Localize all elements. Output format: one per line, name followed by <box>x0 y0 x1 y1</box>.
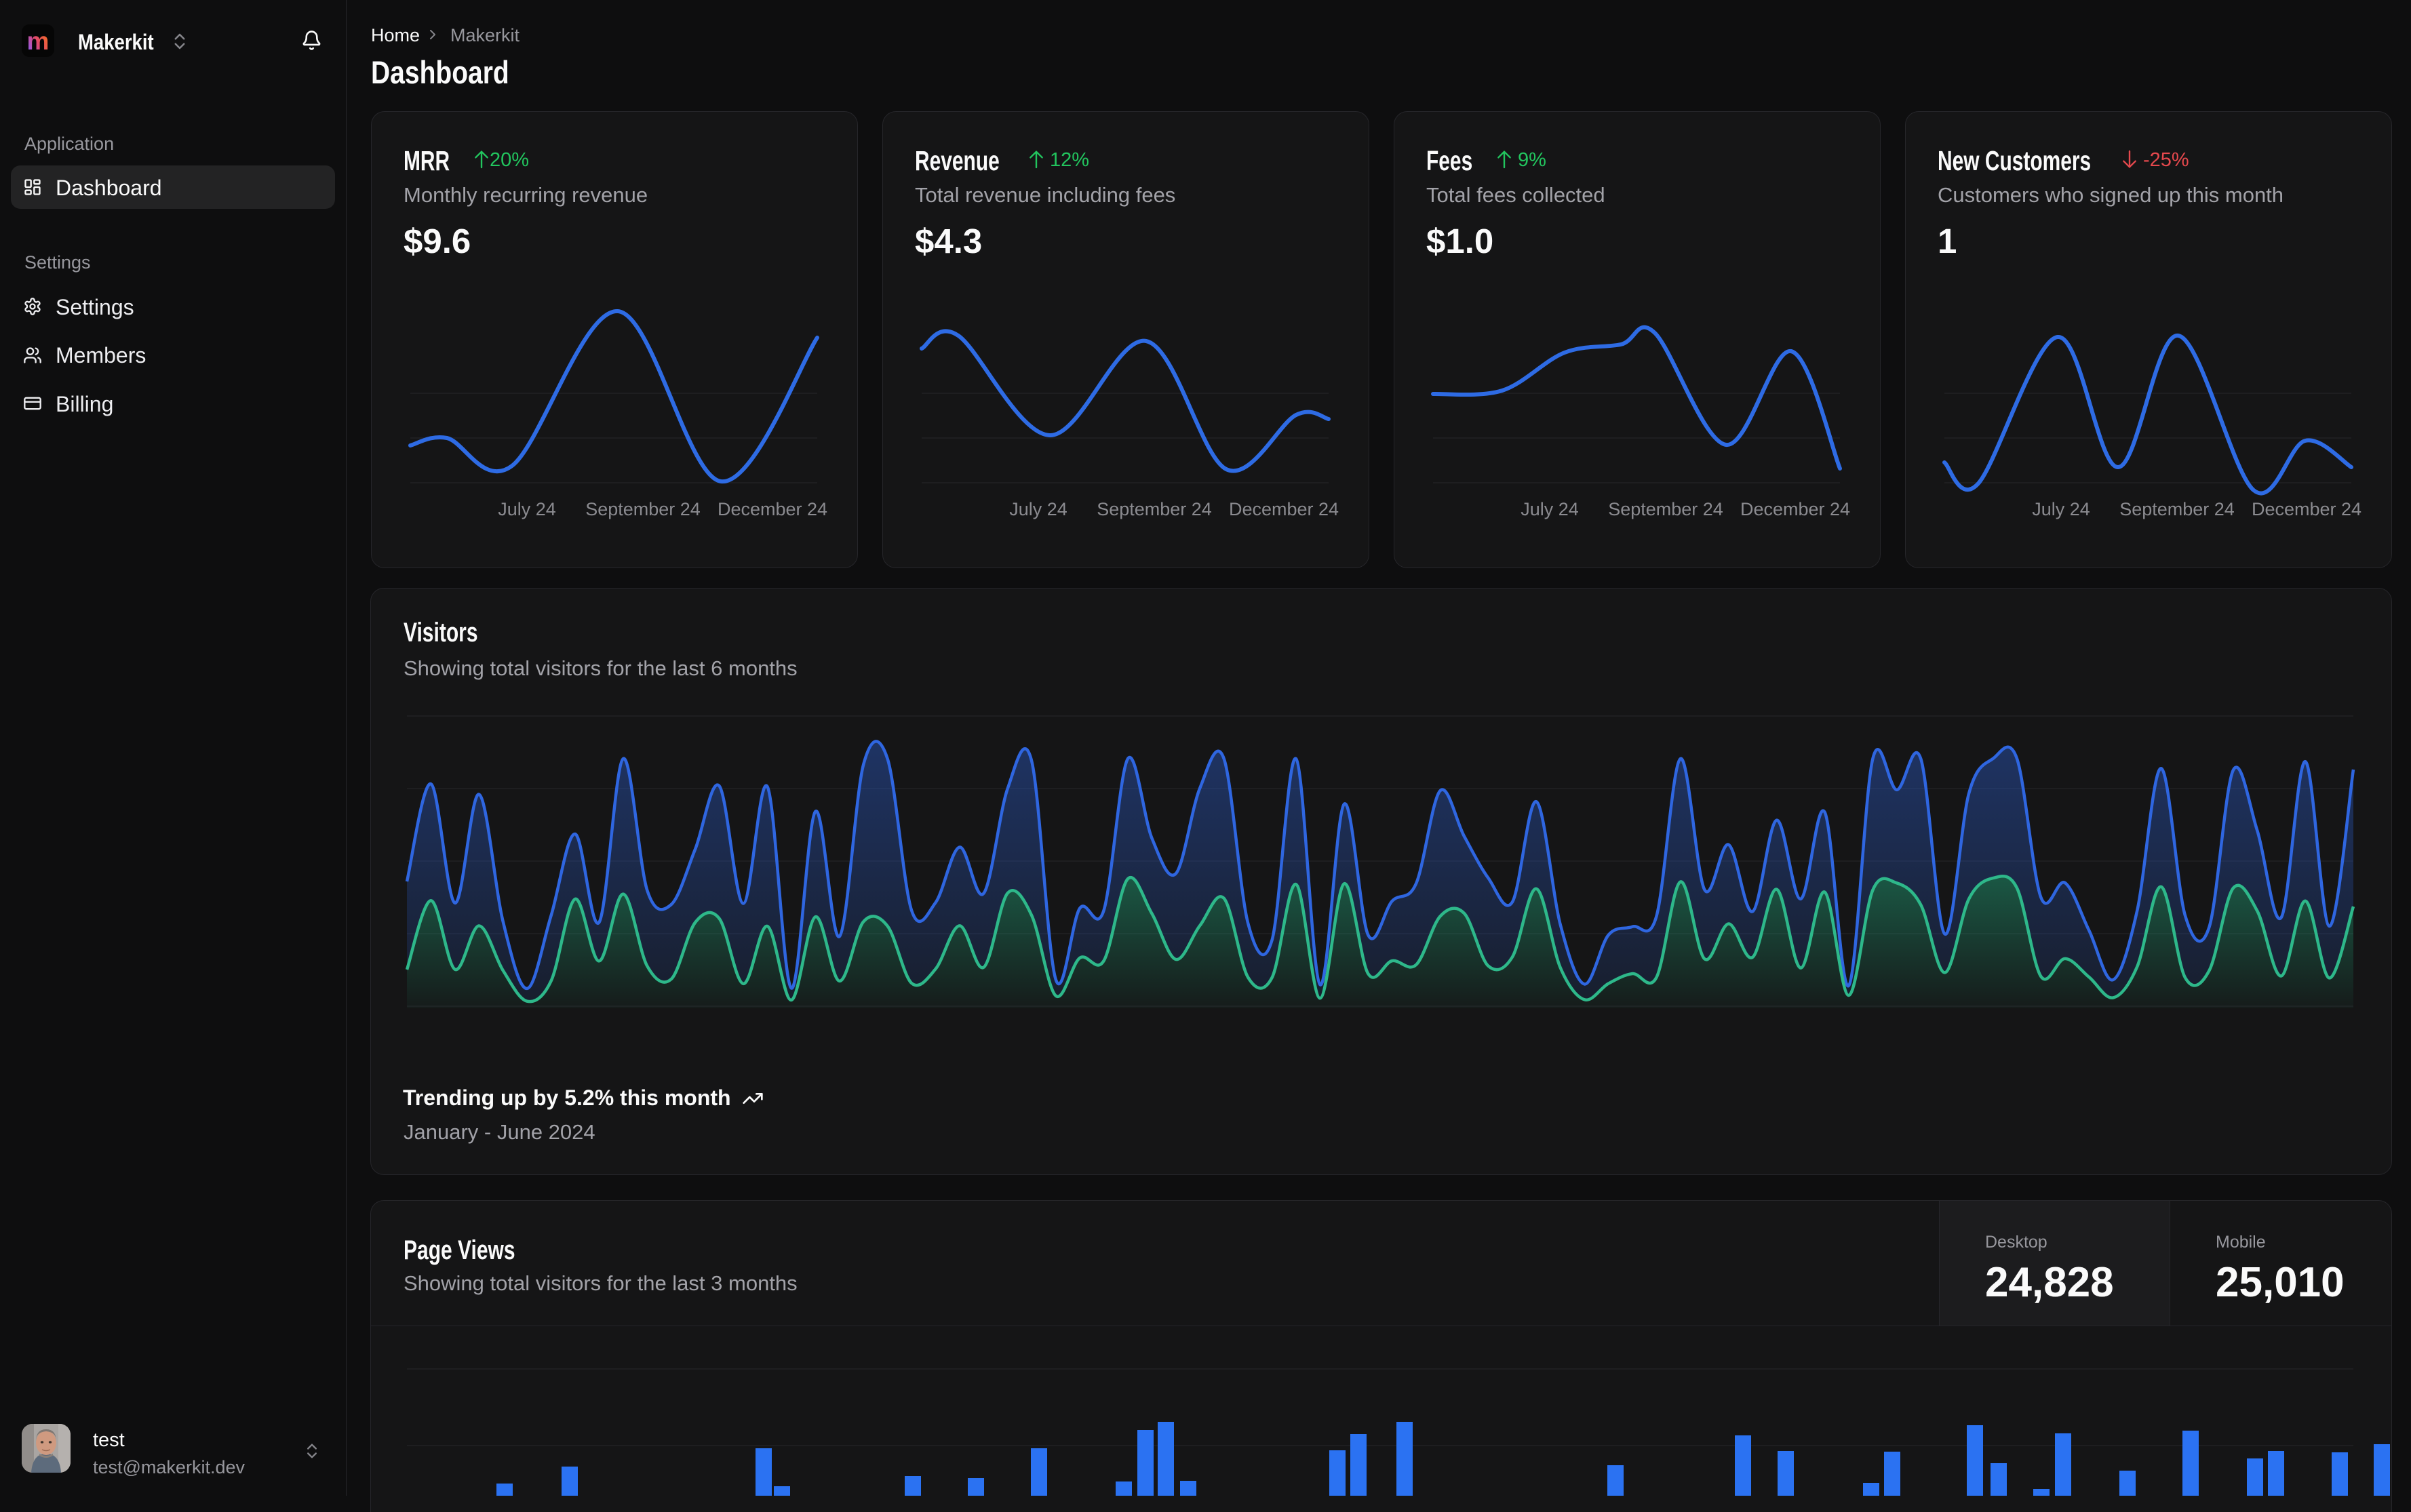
svg-text:July 24: July 24 <box>498 499 556 519</box>
svg-text:September 24: September 24 <box>1097 499 1212 519</box>
svg-text:September 24: September 24 <box>585 499 701 519</box>
svg-text:December 24: December 24 <box>718 499 827 519</box>
svg-text:July 24: July 24 <box>1521 499 1579 519</box>
svg-text:December 24: December 24 <box>1229 499 1339 519</box>
svg-text:September 24: September 24 <box>1608 499 1723 519</box>
svg-text:July 24: July 24 <box>2032 499 2090 519</box>
svg-text:December 24: December 24 <box>2252 499 2361 519</box>
svg-text:July 24: July 24 <box>1009 499 1067 519</box>
svg-text:September 24: September 24 <box>2119 499 2235 519</box>
svg-text:December 24: December 24 <box>1740 499 1850 519</box>
svg-text:m: m <box>27 27 50 55</box>
